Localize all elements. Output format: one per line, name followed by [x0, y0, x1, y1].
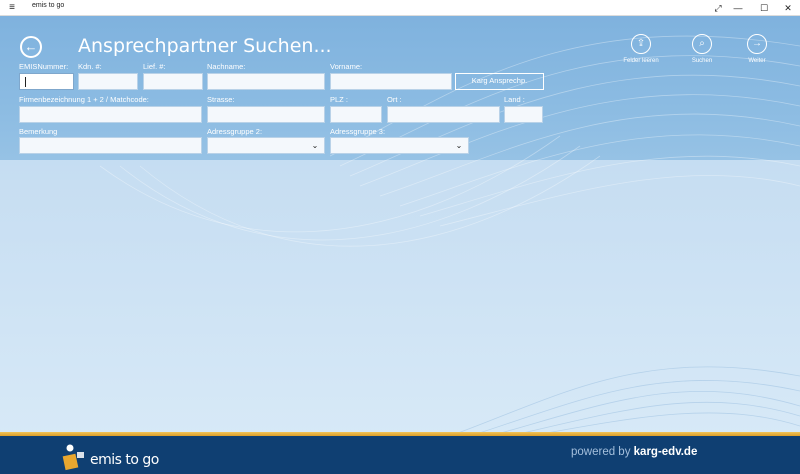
window-title-bar: ≡ emis to go ⤢ — ☐ ✕ [0, 0, 800, 16]
hamburger-menu-icon[interactable]: ≡ [4, 1, 20, 15]
search-button[interactable]: ⌕ Suchen [678, 34, 726, 64]
page-title: Ansprechpartner Suchen... [78, 35, 332, 57]
powered-by: powered by karg-edv.de [571, 446, 697, 458]
text-caret [25, 77, 26, 87]
kdn-label: Kdn. #: [78, 62, 102, 71]
emis-logo-icon [62, 444, 84, 471]
main-area: ← Ansprechpartner Suchen... ⇪ Felder lee… [0, 16, 800, 436]
nachname-label: Nachname: [207, 62, 246, 71]
adressgruppe3-select[interactable]: ⌄ [330, 137, 469, 154]
emis-nummer-input[interactable] [19, 73, 74, 90]
lief-label: Lief. #: [143, 62, 166, 71]
chevron-down-icon: ⌄ [311, 141, 319, 150]
karg-ansprechpartner-button[interactable]: Karg Ansprechp. [455, 73, 544, 90]
next-label: Weiter [748, 58, 766, 64]
adressgruppe3-label: Adressgruppe 3: [330, 127, 386, 136]
company-url: karg-edv.de [633, 446, 698, 458]
firmenbezeichnung-label: Firmenbezeichnung 1 + 2 / Matchcode: [19, 95, 149, 104]
adressgruppe2-label: Adressgruppe 2: [207, 127, 263, 136]
app-title: emis to go [32, 2, 65, 9]
search-label: Suchen [691, 58, 713, 64]
strasse-label: Strasse: [207, 95, 235, 104]
plz-label: PLZ : [330, 95, 348, 104]
clear-fields-icon: ⇪ [631, 34, 651, 54]
bemerkung-label: Bemerkung [19, 127, 58, 136]
firmenbezeichnung-input[interactable] [19, 106, 202, 123]
vorname-label: Vorname: [330, 62, 363, 71]
ort-label: Ort : [387, 95, 402, 104]
plz-input[interactable] [330, 106, 382, 123]
search-icon: ⌕ [692, 34, 712, 54]
back-button[interactable]: ← [20, 36, 42, 58]
land-input[interactable] [504, 106, 543, 123]
kdn-input[interactable] [78, 73, 138, 90]
chevron-down-icon: ⌄ [455, 141, 463, 150]
emis-nummer-label: EMISNummer: [19, 62, 69, 71]
strasse-input[interactable] [207, 106, 325, 123]
nachname-input[interactable] [207, 73, 325, 90]
adressgruppe2-select[interactable]: ⌄ [207, 137, 325, 154]
maximize-button[interactable]: ☐ [751, 0, 777, 16]
arrow-right-icon: → [747, 34, 767, 54]
close-button[interactable]: ✕ [775, 0, 800, 16]
clear-fields-label: Felder leeren [623, 58, 659, 64]
vorname-input[interactable] [330, 73, 452, 90]
ort-input[interactable] [387, 106, 500, 123]
bemerkung-input[interactable] [19, 137, 202, 154]
clear-fields-button[interactable]: ⇪ Felder leeren [617, 34, 665, 64]
next-button[interactable]: → Weiter [733, 34, 781, 64]
minimize-button[interactable]: — [725, 0, 751, 16]
powered-by-label: powered by [571, 446, 634, 458]
lief-input[interactable] [143, 73, 203, 90]
brand-text: emis to go [90, 452, 159, 468]
land-label: Land : [504, 95, 525, 104]
